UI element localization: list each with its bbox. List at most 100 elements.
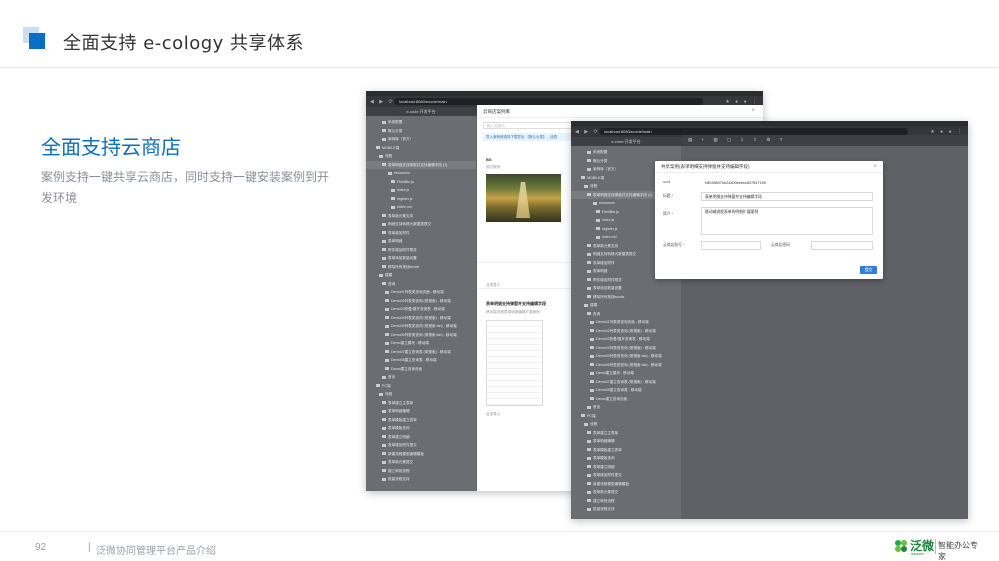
tree-item[interactable]: 表单模板建立表单	[571, 446, 681, 455]
tree-item[interactable]: 明细支持转移大数据表提交	[366, 220, 476, 229]
folder-icon	[382, 426, 386, 430]
tree-item[interactable]: 表单明细支持弹窗并支持编辑字段 (1)	[366, 160, 476, 169]
tree-item[interactable]: 系统配置	[571, 148, 681, 157]
tree-item[interactable]: Demo07建立查询表 (带搜索) - 移动端	[366, 348, 476, 357]
tree-item[interactable]: 表单建立明细	[366, 433, 476, 442]
tree-item[interactable]: 表单增加附件	[366, 229, 476, 238]
tree-item[interactable]: 移除所有按钮ecode	[571, 293, 681, 302]
tree-item[interactable]: Demo06列表类查询 (带搜索 tab) - 移动端	[366, 331, 476, 340]
submit-button[interactable]: 提交	[860, 266, 877, 274]
close-icon[interactable]: ×	[751, 105, 755, 118]
tree-item[interactable]: Demo03折叠/展开查询表 - 移动端	[366, 305, 476, 314]
tree-item[interactable]: 默认分类	[366, 127, 476, 136]
folder-icon	[587, 499, 591, 503]
tree-item[interactable]: Demo01列表类查询页面 - 移动端	[366, 288, 476, 297]
weaver-logo: 泛微 weaver 智能办公专家	[893, 536, 985, 561]
tree-item[interactable]: 流程	[366, 390, 476, 399]
tree-item[interactable]: 流程	[366, 152, 476, 161]
tree-item[interactable]: 表单明细编辑	[571, 437, 681, 446]
tree-item-label: index.js	[602, 218, 615, 222]
intro-field[interactable]: 移动端流程表单的明细扩展案例	[701, 207, 873, 235]
tree-item[interactable]: Demo02列表类查询 (带搜索) - 移动端	[571, 327, 681, 336]
tree-item[interactable]: Demo建立查询页面	[366, 365, 476, 374]
tree-item[interactable]: Demo06列表类查询 (带搜索 tab) - 移动端	[571, 361, 681, 370]
tree-item[interactable]: 移除所有按钮ecode	[366, 263, 476, 272]
tree-item[interactable]: 表单模板建立表单	[366, 416, 476, 425]
tree-item[interactable]: 表单模板查询	[571, 454, 681, 463]
tree-item[interactable]: 表单新元素提交	[366, 458, 476, 467]
tree-item[interactable]: Demo08建立查询表 - 移动端	[571, 386, 681, 395]
title-field[interactable]: 表单明细支持弹窗并支持编辑字段	[701, 192, 873, 201]
tree-item[interactable]: 表单添加数量设置	[571, 284, 681, 293]
tree-item-label: Demo07建立查询表 (带搜索) - 移动端	[596, 379, 656, 384]
password-field[interactable]	[811, 241, 873, 250]
tree-item[interactable]: resources	[366, 169, 476, 178]
tree-item[interactable]: 批量流程支持	[571, 505, 681, 514]
tree-item[interactable]: 首页	[366, 373, 476, 382]
tree-item[interactable]: FieldBtn.js	[366, 178, 476, 187]
tree-item[interactable]: PC端	[571, 412, 681, 421]
tree-item[interactable]: Demo03折叠/展开查询表 - 移动端	[571, 335, 681, 344]
folder-icon	[587, 490, 591, 494]
url-field[interactable]: localhost:8080/ecode/main	[394, 98, 703, 105]
tree-item[interactable]: 查询	[571, 310, 681, 319]
tree-item[interactable]: 建立审批流程	[366, 467, 476, 476]
logo-divider	[935, 539, 936, 554]
tree-item[interactable]: Demo02列表类查询 (带搜索) - 移动端	[366, 297, 476, 306]
tree-item[interactable]: 建模	[571, 301, 681, 310]
tree-item-label: 建立审批流程	[388, 468, 410, 473]
tree-item[interactable]: 表单增加附件提交	[571, 471, 681, 480]
tree-item[interactable]: 表单新元素提交	[571, 488, 681, 497]
tree-item[interactable]: 系统配置	[366, 118, 476, 127]
tree-item[interactable]: 表单明细编辑	[366, 407, 476, 416]
tree-item[interactable]: 批量流程支持	[366, 475, 476, 484]
tree-item[interactable]: 表单建立主表单	[366, 399, 476, 408]
nav-buttons-icon[interactable]: ◀ ▶ ⟳	[575, 129, 600, 135]
tree-item[interactable]: 表单添加数量设置	[366, 254, 476, 263]
tree-item-label: index.js	[397, 188, 410, 192]
folder-icon	[587, 482, 591, 486]
tree-item[interactable]: 表单增加附件提交	[366, 441, 476, 450]
account-field[interactable]	[701, 241, 761, 250]
tree-item[interactable]: 首页	[571, 403, 681, 412]
folder-icon	[382, 137, 386, 141]
tree-item[interactable]: MOBILE端	[366, 144, 476, 153]
tree-item-label: 表单建立明细	[593, 464, 615, 469]
tree-item[interactable]: 查询	[366, 280, 476, 289]
tree-item-label: resources	[394, 171, 410, 175]
editor-toolbar[interactable]: ▤ + ▥ ▢ ⇩ ⇧ ⚙ ?	[682, 135, 968, 144]
tree-item[interactable]: 表单明细	[366, 237, 476, 246]
tree-item[interactable]: 建立审批流程	[571, 497, 681, 506]
tree-item[interactable]: Demo05列表类查询 (带搜索 tab) - 移动端	[366, 322, 476, 331]
tree-item[interactable]: Demo建立查询页面	[571, 395, 681, 404]
tree-item[interactable]: Demo01列表类查询页面 - 移动端	[571, 318, 681, 327]
tree-item-label: Demo03折叠/展开查询表 - 移动端	[391, 307, 445, 311]
tree-item[interactable]: 案例库（官方）	[366, 135, 476, 144]
tree-item-label: 流程	[385, 154, 393, 158]
tree-item[interactable]: 建模	[366, 271, 476, 280]
tree-item[interactable]: index.js	[366, 186, 476, 195]
tree-item[interactable]: PC端	[366, 382, 476, 391]
tree-item[interactable]: 流程	[571, 420, 681, 429]
project-tree[interactable]: 系统配置 默认分类 案例库（官方） MOBILE端 流程 表单明细支持弹窗并支持编辑字段 …	[366, 116, 476, 491]
tree-item[interactable]: Demo建立模块 - 移动端	[366, 339, 476, 348]
tree-item[interactable]: 新建流程模型编辑模板	[571, 480, 681, 489]
tree-item[interactable]: Demo04列表类查询 (带搜索) - 移动端	[366, 314, 476, 323]
tree-item[interactable]: 表单新元素支持	[366, 212, 476, 221]
tree-item[interactable]: Demo08建立查询表 - 移动端	[366, 356, 476, 365]
tree-item[interactable]: 表单建立明细	[571, 463, 681, 472]
url-field[interactable]: localhost:8080/ecode/main	[599, 128, 908, 135]
tree-item[interactable]: Demo04列表类查询 (带搜索) - 移动端	[571, 344, 681, 353]
tree-item[interactable]: Demo05列表类查询 (带搜索 tab) - 移动端	[571, 352, 681, 361]
tree-item-label: 表单明细	[388, 239, 403, 243]
tree-item[interactable]: index.md	[366, 203, 476, 212]
tree-item[interactable]: 新建流程模型编辑模板	[366, 450, 476, 459]
tree-item[interactable]: 附件增加附件预览	[366, 246, 476, 255]
tree-item[interactable]: register.js	[366, 195, 476, 204]
tree-item[interactable]: 表单建立主表单	[571, 429, 681, 438]
tree-item[interactable]: Demo07建立查询表 (带搜索) - 移动端	[571, 378, 681, 387]
tree-item[interactable]: Demo建立模块 - 移动端	[571, 369, 681, 378]
nav-buttons-icon[interactable]: ◀ ▶ ⟳	[370, 99, 395, 105]
tree-item[interactable]: 表单模板查询	[366, 424, 476, 433]
close-icon[interactable]: ×	[873, 161, 877, 173]
